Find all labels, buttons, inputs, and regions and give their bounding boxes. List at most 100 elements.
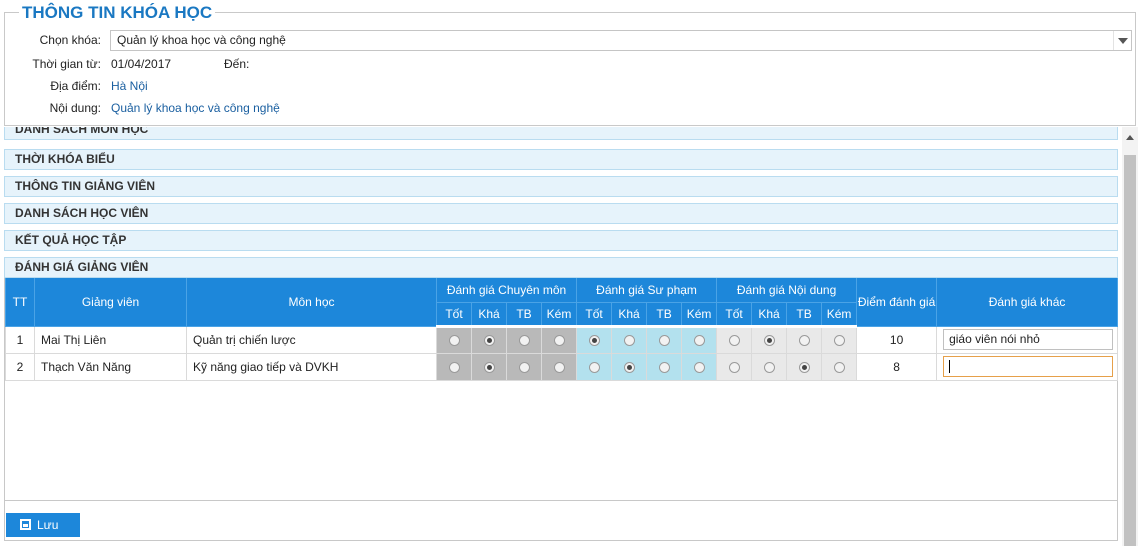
expertise-radio[interactable]	[553, 335, 565, 347]
pedagogy-radio[interactable]	[588, 361, 600, 373]
pedagogy-radio[interactable]	[623, 361, 635, 373]
header-teacher: Giảng viên	[34, 278, 187, 327]
pedagogy-radio[interactable]	[658, 361, 670, 373]
header-level: Tốt	[436, 302, 472, 328]
header-level: Tốt	[716, 302, 753, 328]
pedagogy-radio[interactable]	[693, 335, 705, 347]
expertise-cell	[471, 325, 507, 354]
other-evaluation-input[interactable]: giáo viên nói nhỏ	[943, 329, 1114, 350]
content-cell	[821, 352, 858, 381]
header-score: Điểm đánh giá	[856, 278, 938, 327]
header-level: Kém	[681, 302, 718, 328]
content-radio[interactable]	[728, 361, 740, 373]
header-level: TB	[506, 302, 542, 328]
other-cell	[936, 352, 1118, 381]
expertise-cell	[471, 352, 507, 381]
row-tt: 2	[5, 352, 35, 381]
section-teacher-info[interactable]: THÔNG TIN GIẢNG VIÊN	[4, 176, 1118, 197]
save-icon	[20, 519, 31, 530]
other-cell: giáo viên nói nhỏ	[936, 325, 1118, 354]
expertise-radio[interactable]	[518, 335, 530, 347]
pedagogy-radio[interactable]	[623, 335, 635, 347]
header-level: Khá	[751, 302, 788, 328]
section-results[interactable]: KẾT QUẢ HỌC TẬP	[4, 230, 1118, 251]
content-radio[interactable]	[798, 335, 810, 347]
content-cell	[751, 325, 788, 354]
expertise-cell	[540, 325, 578, 354]
row-subject: Quản trị chiến lược	[186, 325, 437, 354]
from-value: 01/04/2017	[111, 57, 172, 71]
expertise-radio[interactable]	[553, 361, 565, 373]
location-label: Địa điểm:	[50, 79, 101, 93]
expertise-radio[interactable]	[448, 335, 460, 347]
sections-scroll-area: DANH SÁCH MÔN HỌC THỜI KHÓA BIỂU THÔNG T…	[4, 127, 1138, 546]
content-cell	[786, 325, 823, 354]
section-timetable[interactable]: THỜI KHÓA BIỂU	[4, 149, 1118, 170]
other-evaluation-value: giáo viên nói nhỏ	[949, 332, 1040, 346]
pedagogy-cell	[681, 352, 718, 381]
section-evaluation[interactable]: ĐÁNH GIÁ GIẢNG VIÊN	[4, 257, 1118, 278]
header-level: Kém	[540, 302, 578, 328]
content-cell	[716, 325, 753, 354]
text-caret	[949, 360, 951, 374]
pedagogy-cell	[576, 352, 613, 381]
to-label: Đến:	[224, 57, 250, 71]
table-row: 2 Thạch Văn Năng Kỹ năng giao tiếp và DV…	[5, 352, 1118, 381]
pedagogy-cell	[611, 352, 648, 381]
time-row: Thời gian từ: 01/04/2017 Đến:	[5, 54, 405, 74]
pedagogy-cell	[576, 325, 613, 354]
expertise-cell	[436, 325, 472, 354]
content-cell	[786, 352, 823, 381]
pedagogy-radio[interactable]	[693, 361, 705, 373]
expertise-cell	[540, 352, 578, 381]
save-button[interactable]: Lưu	[6, 513, 80, 537]
expertise-cell	[436, 352, 472, 381]
vertical-scrollbar[interactable]	[1122, 127, 1138, 546]
expertise-radio[interactable]	[448, 361, 460, 373]
location-value: Hà Nội	[111, 79, 148, 93]
course-select-row: Chọn khóa: Quản lý khoa học và công nghệ	[5, 30, 1135, 51]
content-radio[interactable]	[833, 361, 845, 373]
expertise-cell	[506, 325, 542, 354]
course-select[interactable]: Quản lý khoa học và công nghệ	[110, 30, 1132, 51]
header-pedagogy: Đánh giá Sư phạm	[576, 278, 718, 303]
pedagogy-radio[interactable]	[588, 335, 600, 347]
pedagogy-cell	[646, 352, 683, 381]
content-value: Quản lý khoa học và công nghệ	[111, 101, 280, 115]
scroll-up-icon[interactable]	[1126, 135, 1134, 140]
other-evaluation-input[interactable]	[943, 356, 1114, 377]
section-subjects[interactable]: DANH SÁCH MÔN HỌC	[4, 127, 1118, 140]
header-level: TB	[646, 302, 683, 328]
expertise-radio[interactable]	[483, 335, 495, 347]
scrollbar-thumb[interactable]	[1124, 155, 1136, 546]
content-row: Nội dung: Quản lý khoa học và công nghệ	[5, 98, 405, 118]
content-radio[interactable]	[728, 335, 740, 347]
course-select-value: Quản lý khoa học và công nghệ	[117, 33, 286, 47]
evaluation-panel: TT Giảng viên Môn học Đánh giá Chuyên mô…	[4, 278, 1118, 501]
header-level: TB	[786, 302, 823, 328]
expertise-radio[interactable]	[518, 361, 530, 373]
content-radio[interactable]	[798, 361, 810, 373]
save-button-label: Lưu	[37, 518, 59, 532]
evaluation-footer: Lưu	[4, 501, 1118, 541]
pedagogy-radio[interactable]	[658, 335, 670, 347]
content-cell	[716, 352, 753, 381]
content-label: Nội dung:	[49, 101, 101, 115]
content-radio[interactable]	[763, 335, 775, 347]
row-teacher: Thạch Văn Năng	[34, 352, 187, 381]
content-radio[interactable]	[763, 361, 775, 373]
header-content: Đánh giá Nội dung	[716, 278, 858, 303]
course-info-title: THÔNG TIN KHÓA HỌC	[19, 4, 216, 22]
pedagogy-cell	[611, 325, 648, 354]
row-tt: 1	[5, 325, 35, 354]
course-select-label: Chọn khóa:	[39, 33, 101, 47]
header-expertise: Đánh giá Chuyên môn	[435, 278, 578, 303]
pedagogy-cell	[681, 325, 718, 354]
chevron-down-icon[interactable]	[1113, 31, 1131, 50]
row-teacher: Mai Thị Liên	[34, 325, 187, 354]
expertise-radio[interactable]	[483, 361, 495, 373]
section-students[interactable]: DANH SÁCH HỌC VIÊN	[4, 203, 1118, 224]
location-row: Địa điểm: Hà Nội	[5, 76, 405, 96]
content-radio[interactable]	[833, 335, 845, 347]
header-other: Đánh giá khác	[936, 278, 1118, 327]
